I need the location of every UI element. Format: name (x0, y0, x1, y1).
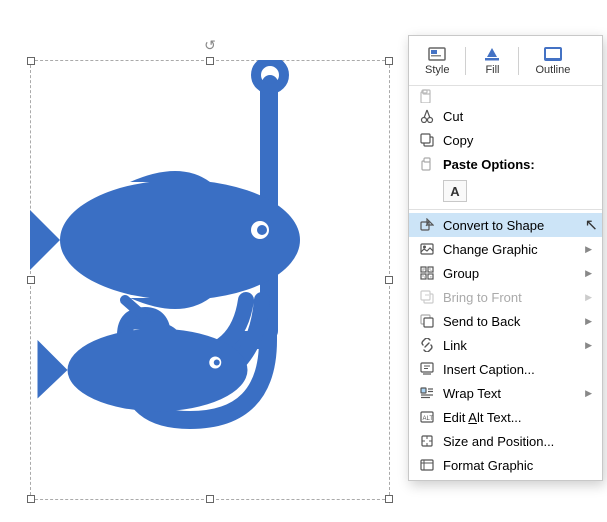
change-graphic-item[interactable]: Change Graphic ▶ (409, 237, 602, 261)
link-icon (417, 337, 437, 353)
insert-caption-item[interactable]: Insert Caption... (409, 357, 602, 381)
outline-button[interactable]: Outline (527, 43, 578, 79)
edit-alt-text-icon: ALT (417, 409, 437, 425)
cut-label: Cut (443, 109, 592, 124)
size-position-label: Size and Position... (443, 434, 592, 449)
bring-to-front-icon (417, 289, 437, 305)
copy-item[interactable]: Copy (409, 128, 602, 152)
fill-icon (482, 46, 502, 62)
convert-to-shape-label: Convert to Shape (443, 218, 592, 233)
cut-item[interactable]: Cut (409, 104, 602, 128)
context-menu: Style Fill Outline (408, 35, 603, 481)
change-graphic-arrow: ▶ (585, 244, 592, 255)
paste-options-label: Paste Options: (443, 157, 592, 172)
bring-to-front-arrow: ▶ (585, 292, 592, 303)
link-label: Link (443, 338, 581, 353)
insert-caption-icon (417, 361, 437, 377)
convert-to-shape-item[interactable]: Convert to Shape ↖ (409, 213, 602, 237)
copy-icon (417, 132, 437, 148)
paste-special-item[interactable]: A (409, 176, 602, 206)
format-graphic-icon (417, 457, 437, 473)
paste-special-icon: A (443, 180, 467, 202)
format-graphic-label: Format Graphic (443, 458, 592, 473)
wrap-text-arrow: ▶ (585, 388, 592, 399)
wrap-text-item[interactable]: Wrap Text ▶ (409, 381, 602, 405)
style-icon (427, 46, 447, 62)
paste-small-icon (417, 88, 437, 104)
wrap-text-icon (417, 385, 437, 401)
link-arrow: ▶ (585, 340, 592, 351)
size-position-item[interactable]: Size and Position... (409, 429, 602, 453)
convert-icon (417, 217, 437, 233)
paste-options-icon (417, 156, 437, 172)
insert-caption-label: Insert Caption... (443, 362, 592, 377)
bring-to-front-item[interactable]: Bring to Front ▶ (409, 285, 602, 309)
group-icon (417, 265, 437, 281)
send-to-back-arrow: ▶ (585, 316, 592, 327)
send-to-back-label: Send to Back (443, 314, 581, 329)
size-position-icon (417, 433, 437, 449)
change-graphic-label: Change Graphic (443, 242, 581, 257)
outline-icon (543, 46, 563, 62)
fill-button[interactable]: Fill (474, 43, 510, 79)
edit-alt-text-item[interactable]: ALT Edit Alt Text... (409, 405, 602, 429)
fill-label: Fill (485, 64, 499, 76)
wrap-text-label: Wrap Text (443, 386, 581, 401)
change-graphic-icon (417, 241, 437, 257)
group-item[interactable]: Group ▶ (409, 261, 602, 285)
cursor-hint: ↖ (585, 215, 598, 235)
cut-icon (417, 108, 437, 124)
send-to-back-icon (417, 313, 437, 329)
group-label: Group (443, 266, 581, 281)
rotate-handle[interactable]: ↺ (202, 37, 218, 53)
send-to-back-item[interactable]: Send to Back ▶ (409, 309, 602, 333)
svg-text:ALT: ALT (423, 416, 434, 422)
edit-alt-text-label: Edit Alt Text... (443, 410, 592, 425)
fish-graphic (30, 60, 390, 500)
style-button[interactable]: Style (417, 43, 457, 79)
paste-options-item[interactable]: Paste Options: (409, 152, 602, 176)
bring-to-front-label: Bring to Front (443, 290, 581, 305)
group-arrow: ▶ (585, 268, 592, 279)
separator-1 (409, 209, 602, 210)
copy-label: Copy (443, 133, 592, 148)
style-label: Style (425, 64, 449, 76)
menu-toolbar: Style Fill Outline (409, 39, 602, 86)
outline-label: Outline (535, 64, 570, 76)
link-item[interactable]: Link ▶ (409, 333, 602, 357)
format-graphic-item[interactable]: Format Graphic (409, 453, 602, 477)
